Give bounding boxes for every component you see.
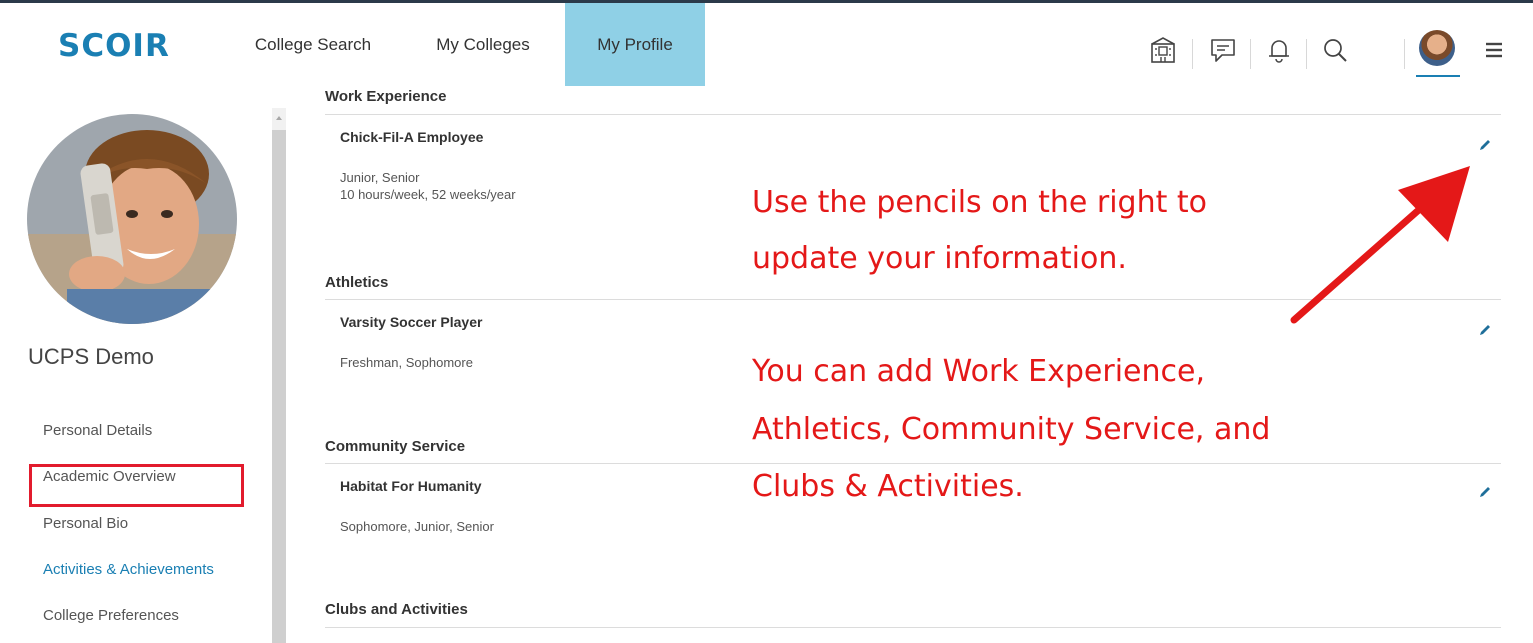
annotation-line: Use the pencils on the right to — [752, 185, 1208, 220]
header-divider — [1306, 39, 1307, 69]
edit-pencil-icon[interactable] — [1477, 484, 1493, 500]
sidebar-scrollbar[interactable] — [272, 108, 286, 643]
highlight-box — [29, 464, 244, 507]
sidebar-item-personal-details[interactable]: Personal Details — [43, 422, 152, 439]
search-icon[interactable] — [1320, 35, 1350, 65]
sidebar-item-personal-bio[interactable]: Personal Bio — [43, 515, 128, 532]
annotation-line: You can add Work Experience, — [752, 354, 1206, 389]
header-divider — [1192, 39, 1193, 69]
user-avatar[interactable] — [1419, 30, 1455, 66]
entry-hours: 10 hours/week, 52 weeks/year — [340, 187, 516, 202]
sidebar-item-activities-achievements[interactable]: Activities & Achievements — [43, 561, 214, 578]
entry-title: Habitat For Humanity — [340, 478, 482, 494]
annotation-line: update your information. — [752, 241, 1127, 276]
scrollbar-up-arrow[interactable] — [272, 108, 286, 130]
section-divider — [325, 114, 1501, 115]
header-divider — [1250, 39, 1251, 69]
header-divider — [1404, 39, 1405, 69]
scoir-logo[interactable]: SCOIR — [58, 28, 170, 64]
entry-years: Freshman, Sophomore — [340, 355, 473, 370]
annotation-arrow — [1290, 166, 1470, 324]
nav-college-search[interactable]: College Search — [248, 3, 378, 86]
profile-name: UCPS Demo — [28, 344, 154, 369]
hamburger-menu-icon[interactable] — [1480, 35, 1510, 65]
section-title-athletics: Athletics — [325, 274, 389, 291]
chat-icon[interactable] — [1208, 35, 1238, 65]
sidebar-item-college-preferences[interactable]: College Preferences — [43, 607, 179, 624]
annotation-line: Athletics, Community Service, and — [752, 412, 1271, 447]
section-divider — [325, 627, 1501, 628]
bell-icon[interactable] — [1264, 35, 1294, 65]
top-navbar: SCOIR College Search My Colleges My Prof… — [0, 3, 1533, 86]
entry-years: Junior, Senior — [340, 170, 420, 185]
annotation-line: Clubs & Activities. — [752, 469, 1024, 504]
entry-title: Varsity Soccer Player — [340, 314, 483, 330]
section-title-clubs-activities: Clubs and Activities — [325, 601, 468, 618]
entry-years: Sophomore, Junior, Senior — [340, 519, 494, 534]
building-icon[interactable] — [1148, 35, 1178, 65]
edit-pencil-icon[interactable] — [1477, 137, 1493, 153]
profile-sidebar: UCPS Demo Personal Details Academic Over… — [0, 86, 290, 643]
entry-title: Chick-Fil-A Employee — [340, 129, 484, 145]
section-title-community-service: Community Service — [325, 438, 466, 455]
section-title-work-experience: Work Experience — [325, 88, 447, 105]
nav-my-colleges[interactable]: My Colleges — [418, 3, 548, 86]
nav-my-profile[interactable]: My Profile — [565, 3, 705, 86]
avatar-active-indicator — [1416, 75, 1460, 77]
profile-photo — [27, 114, 237, 324]
